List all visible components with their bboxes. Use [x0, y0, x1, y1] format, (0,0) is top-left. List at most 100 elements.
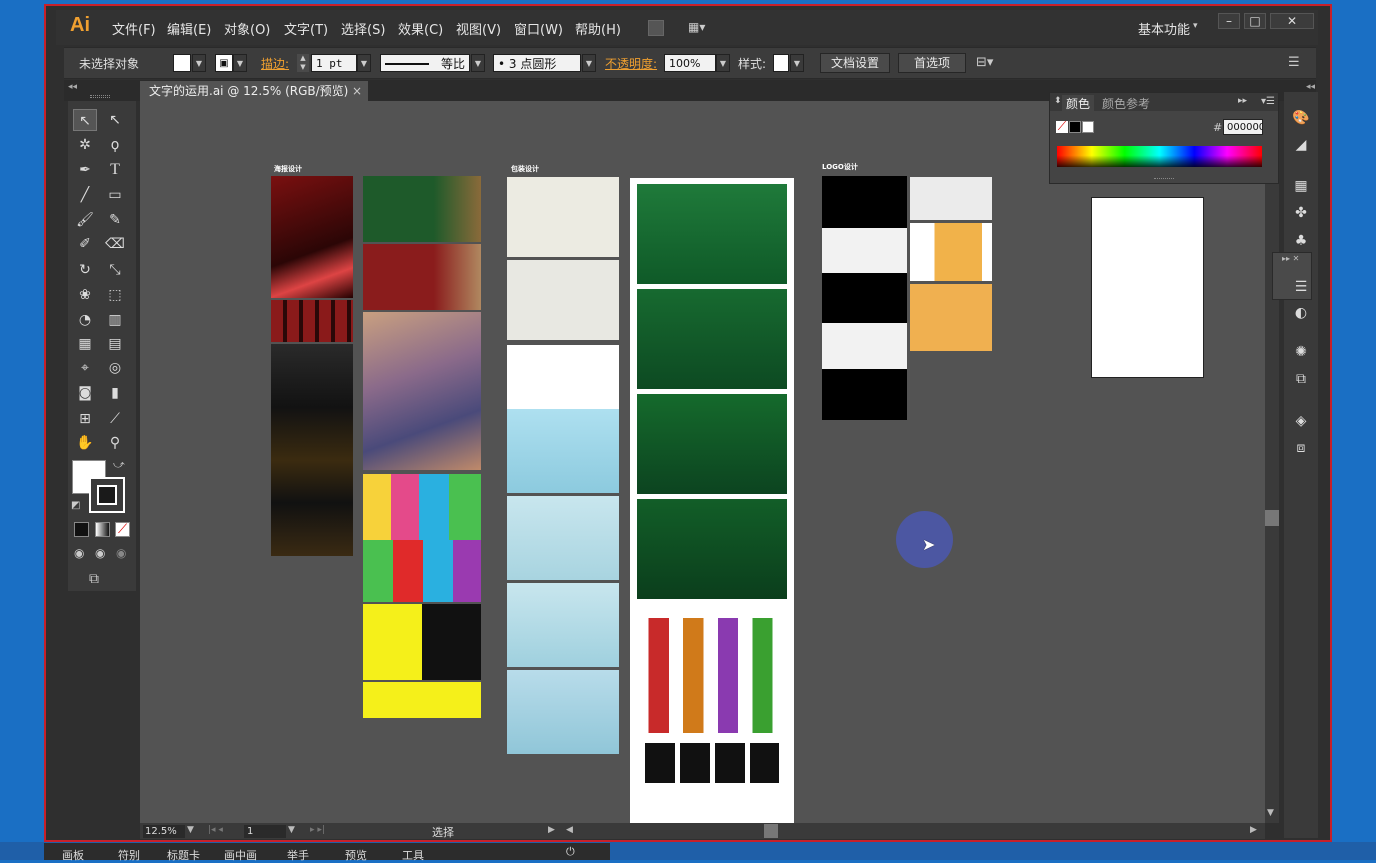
zoom-input[interactable]: 12.5% — [143, 825, 185, 838]
artboard-number-input[interactable]: 1 — [244, 825, 286, 838]
blend-tool-icon[interactable]: ◎ — [103, 357, 127, 379]
close-tab-icon[interactable]: × — [352, 81, 362, 101]
selection-tool-icon[interactable]: ↖ — [73, 109, 97, 131]
packaging-thumbnail[interactable] — [507, 345, 619, 409]
poster-thumbnail[interactable] — [363, 312, 481, 470]
taskbar-item[interactable]: 画中画 — [224, 847, 257, 863]
mesh-tool-icon[interactable]: ▦ — [73, 333, 97, 355]
color-guide-icon[interactable]: ◢ — [1289, 134, 1313, 156]
none-mode-icon[interactable]: ⟋ — [115, 522, 130, 537]
menu-effect[interactable]: 效果(C) — [398, 19, 443, 38]
logo-thumbnail[interactable] — [822, 323, 907, 369]
logo-thumbnail[interactable] — [910, 223, 992, 281]
logo-thumbnail[interactable] — [822, 369, 907, 420]
vertical-scrollbar[interactable] — [1265, 101, 1279, 823]
tab-color-guide[interactable]: 颜色参考 — [1102, 95, 1150, 112]
stroke-dropdown[interactable]: ▼ — [233, 54, 247, 72]
free-transform-tool-icon[interactable]: ⬚ — [103, 284, 127, 306]
lasso-tool-icon[interactable]: ϙ — [103, 134, 127, 156]
packaging-thumbnail[interactable] — [507, 409, 619, 493]
line-tool-icon[interactable]: ╱ — [73, 184, 97, 206]
direct-selection-tool-icon[interactable]: ↖ — [103, 109, 127, 131]
draw-inside-icon[interactable]: ◉ — [116, 546, 126, 560]
close-button[interactable]: ✕ — [1270, 13, 1314, 29]
gradient-mode-icon[interactable] — [95, 522, 110, 537]
collapse-color-panel-icon[interactable]: ▸▸ — [1238, 96, 1247, 106]
white-swatch[interactable] — [1082, 121, 1094, 133]
hex-input[interactable]: 000000 — [1223, 119, 1263, 135]
appearance-icon[interactable]: ✺ — [1289, 341, 1313, 363]
color-panel-icon[interactable]: 🎨 — [1289, 107, 1313, 129]
stroke-panel-icon[interactable]: ☰ — [1289, 276, 1313, 298]
poster-thumbnail[interactable] — [363, 176, 481, 242]
scale-tool-icon[interactable]: ⤡ — [103, 259, 127, 281]
preferences-button[interactable]: 首选项 — [898, 53, 966, 73]
brushes-icon[interactable]: ✤ — [1289, 202, 1313, 224]
chevron-down-icon[interactable]: ▾ — [1193, 21, 1198, 31]
logo-thumbnail[interactable] — [822, 228, 907, 273]
stroke-profile-dropdown[interactable]: ▼ — [471, 54, 485, 72]
graph-tool-icon[interactable]: ▮ — [103, 382, 127, 404]
workspace-switcher[interactable]: 基本功能 — [1138, 19, 1190, 38]
bottle-mockup[interactable] — [640, 618, 784, 733]
eraser-tool-icon[interactable]: ⌫ — [103, 233, 127, 255]
brush-dropdown[interactable]: ▼ — [582, 54, 596, 72]
tab-color[interactable]: 颜色 — [1062, 95, 1095, 112]
color-spectrum[interactable] — [1057, 146, 1262, 167]
poster-thumbnail[interactable] — [271, 176, 353, 298]
bridge-icon[interactable] — [648, 20, 664, 36]
taskbar-item[interactable]: 工具 — [402, 847, 424, 863]
default-colors-icon[interactable]: ◩ — [71, 500, 80, 511]
pen-tool-icon[interactable]: ✒ — [73, 159, 97, 181]
menu-help[interactable]: 帮助(H) — [575, 19, 621, 38]
panel-menu-icon[interactable]: ☰ — [1288, 55, 1300, 70]
poster-thumbnail[interactable] — [271, 344, 353, 556]
vertical-scroll-thumb[interactable] — [1265, 510, 1279, 526]
color-panel-menu-icon[interactable]: ▾☰ — [1261, 96, 1275, 107]
document-tab[interactable]: 文字的运用.ai @ 12.5% (RGB/预览) × — [140, 81, 368, 101]
opacity-label[interactable]: 不透明度: — [605, 55, 657, 72]
transparency-icon[interactable]: ◐ — [1289, 302, 1313, 324]
taskbar-item[interactable]: 预览 — [345, 847, 367, 863]
draw-normal-icon[interactable]: ◉ — [74, 546, 84, 560]
collapse-panel-icon[interactable]: ◂◂ — [68, 82, 77, 92]
last-artboard-icon[interactable]: ▸ ▸| — [310, 825, 325, 835]
minimize-button[interactable]: – — [1218, 13, 1240, 29]
brush-select[interactable]: • 3 点圆形 — [493, 54, 581, 72]
poster-thumbnail[interactable] — [363, 474, 481, 540]
fill-dropdown[interactable]: ▼ — [192, 54, 206, 72]
gradient-tool-icon[interactable]: ▤ — [103, 333, 127, 355]
eyedropper-tool-icon[interactable]: ⌖ — [73, 357, 97, 379]
expand-panels-icon[interactable]: ◂◂ — [1306, 82, 1315, 92]
tools-grip[interactable] — [90, 95, 110, 98]
rectangle-tool-icon[interactable]: ▭ — [103, 184, 127, 206]
color-panel-resize-grip[interactable] — [1154, 178, 1174, 181]
pencil-tool-icon[interactable]: ✎ — [103, 209, 127, 231]
first-artboard-icon[interactable]: |◂ ◂ — [208, 825, 223, 835]
poster-thumbnail[interactable] — [363, 244, 481, 310]
menu-edit[interactable]: 编辑(E) — [167, 19, 211, 38]
poster-thumbnail[interactable] — [271, 300, 353, 342]
zoom-tool-icon[interactable]: ⚲ — [103, 432, 127, 454]
scroll-right-icon[interactable]: ▶ — [1250, 825, 1257, 835]
menu-file[interactable]: 文件(F) — [112, 19, 156, 38]
stroke-label[interactable]: 描边: — [261, 55, 289, 72]
packaging-thumbnail[interactable] — [637, 184, 787, 284]
packaging-thumbnail[interactable] — [637, 289, 787, 389]
empty-artboard[interactable] — [1091, 197, 1204, 378]
logo-thumbnail[interactable] — [910, 284, 992, 351]
swatches-icon[interactable]: ▦ — [1289, 175, 1313, 197]
logo-thumbnail[interactable] — [910, 177, 992, 220]
packaging-thumbnail[interactable] — [507, 177, 619, 257]
arrange-documents-icon[interactable]: ▦▾ — [688, 20, 718, 36]
screen-mode-icon[interactable]: ⧉ — [89, 571, 99, 587]
poster-thumbnail[interactable] — [363, 604, 481, 680]
perspective-grid-tool-icon[interactable]: ▥ — [103, 309, 127, 331]
taskbar-item[interactable]: 符别 — [118, 847, 140, 863]
stroke-color-swatch[interactable] — [89, 477, 125, 513]
packaging-thumbnail[interactable] — [507, 496, 619, 580]
poster-thumbnail[interactable] — [363, 540, 481, 602]
taskbar-item[interactable]: 标题卡 — [167, 847, 200, 863]
style-dropdown[interactable]: ▼ — [790, 54, 804, 72]
zoom-dropdown-icon[interactable]: ▼ — [187, 825, 194, 835]
